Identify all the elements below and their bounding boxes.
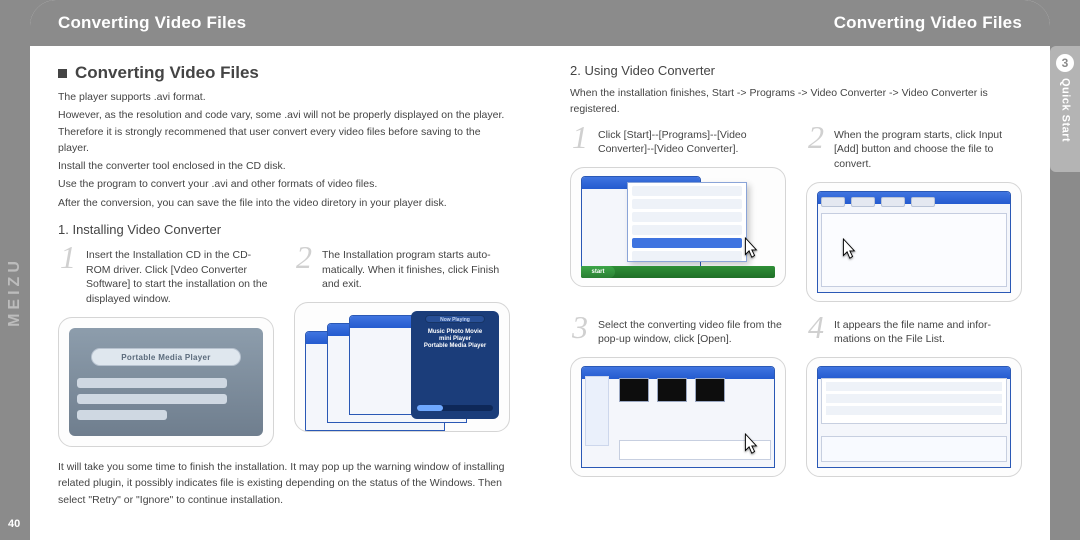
video-thumbs-mock [619,378,725,402]
step-number-icon: 4 [806,314,826,347]
installer-title: Portable Media Player [91,348,241,366]
brand-mark: MEIZU [7,257,23,327]
step-block-1: 1 Insert the Installation CD in the CD-R… [58,244,274,307]
step-block-1: 1 Click [Start]--[Programs]--[Video Conv… [570,124,786,157]
step-number-icon: 1 [58,244,78,307]
step-number-icon: 3 [570,314,590,347]
step-text: It appears the file name and infor-matio… [834,314,1022,347]
step-text: Select the converting video file from th… [598,314,786,347]
subsection-title: 1. Installing Video Converter [58,223,510,236]
header-bar-left: Converting Video Files [30,0,540,46]
list-pane-mock [821,213,1007,287]
gutter-left: MEIZU [0,0,30,540]
programs-menu-mock [627,182,747,262]
header-title-left: Converting Video Files [58,14,246,31]
step-text: Insert the Installation CD in the CD-ROM… [86,244,274,307]
screenshot-install-menu: Portable Media Player [58,317,274,447]
section-title: Converting Video Files [58,64,510,81]
page-right: Converting Video Files 4 1 2. Using Video… [540,0,1050,540]
progress-bar-icon [417,405,493,411]
chapter-tab: 3 Quick Start [1050,46,1080,172]
chapter-label: Quick Start [1060,78,1071,142]
screenshot-start-menu: start [570,167,786,287]
screenshot-file-list [806,357,1022,477]
intro-text: The player supports .avi format. However… [58,89,510,213]
intro-line: Use the program to convert your .avi and… [58,176,510,192]
step-text: The Installation program starts auto-mat… [322,244,510,292]
page-number-left: 40 [8,519,20,530]
file-list-mock [821,378,1007,424]
step-block-4: 4 It appears the file name and infor-mat… [806,314,1022,347]
screenshot-install-progress: Now Playing Music Photo Movie mini Playe… [294,302,510,432]
intro-text: When the installation finishes, Start ->… [570,85,1022,120]
step-text: When the program starts, click Input [Ad… [834,124,1022,172]
header-bar-right: Converting Video Files [540,0,1050,46]
header-title-right: Converting Video Files [834,14,1022,31]
step-number-icon: 2 [806,124,826,172]
options-pane-mock [821,436,1007,462]
manual-spread: MEIZU Converting Video Files 40 Converti… [0,0,1080,540]
intro-line: After the conversion, you can save the f… [58,195,510,211]
step-number-icon: 1 [570,124,590,157]
now-playing-pill: Now Playing [425,315,485,323]
gutter-right: 3 Quick Start [1050,0,1080,540]
mini-player-mock: Now Playing Music Photo Movie mini Playe… [411,311,499,419]
chapter-number: 3 [1056,54,1074,72]
intro-line: The player supports .avi format. [58,89,510,105]
toolbar-mock [821,197,935,207]
screenshot-converter-main [806,182,1022,302]
step-block-2: 2 The Installation program starts auto-m… [294,244,510,292]
step-block-2: 2 When the program starts, click Input [… [806,124,1022,172]
start-button-mock: start [581,266,615,278]
step-number-icon: 2 [294,244,314,292]
intro-line: Install the converter tool enclosed in t… [58,158,510,174]
subsection-title: 2. Using Video Converter [570,64,1022,77]
screenshot-open-dialog [570,357,786,477]
places-bar-mock [585,376,609,446]
intro-line: When the installation finishes, Start ->… [570,85,1022,118]
intro-line: However, as the resolution and code vary… [58,107,510,156]
footnote: It will take you some time to finish the… [58,459,510,509]
player-line: Music Photo Movie [411,329,499,336]
player-line: mini Player [411,336,499,343]
page-left: Converting Video Files 40 Converting Vid… [30,0,540,540]
step-block-3: 3 Select the converting video file from … [570,314,786,347]
step-text: Click [Start]--[Programs]--[Video Conver… [598,124,786,157]
player-line: Portable Media Player [411,343,499,350]
filename-field-mock [619,440,771,460]
